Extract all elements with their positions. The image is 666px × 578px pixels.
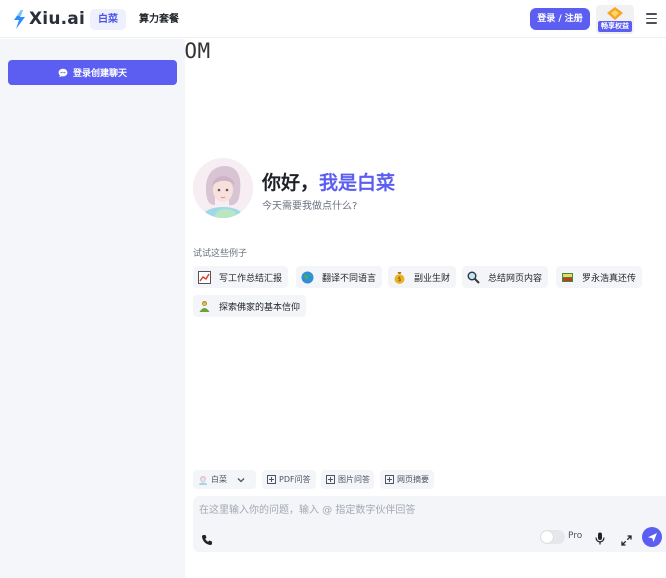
book-icon <box>561 271 574 284</box>
magnifier-icon <box>467 271 480 284</box>
greeting-title: 你好，我是白菜 <box>262 168 395 195</box>
new-chat-label: 登录创建聊天 <box>72 69 127 79</box>
upload-file-icon <box>267 475 276 484</box>
upload-image-icon <box>326 475 335 484</box>
vip-label: 畅享权益 <box>598 21 632 32</box>
phone-icon[interactable] <box>201 531 213 550</box>
persona-select[interactable]: 白菜 <box>193 470 256 489</box>
menu-icon[interactable] <box>646 13 657 25</box>
chip-label: 探索佛家的基本信仰 <box>219 302 301 313</box>
buddha-icon <box>198 300 211 313</box>
logo[interactable]: Xiu.ai <box>13 9 85 29</box>
avatar <box>193 158 253 218</box>
top-header: Xiu.ai 白菜 算力套餐 登录 / 注册 畅享权益 <box>0 0 666 38</box>
tab-baicai[interactable]: 白菜 <box>90 9 126 30</box>
chip-label: 写工作总结汇报 <box>219 273 283 284</box>
lightning-logo-icon <box>14 9 25 29</box>
chat-bubble-icon <box>58 68 68 78</box>
web-summary-button[interactable]: 网页摘要 <box>380 470 434 489</box>
tab-compute-plans[interactable]: 算力套餐 <box>131 9 187 30</box>
chevron-down-icon <box>237 477 245 483</box>
persona-label: 白菜 <box>211 475 227 484</box>
pro-toggle[interactable] <box>540 530 565 544</box>
persona-avatar-icon <box>198 475 208 485</box>
web-summary-label: 网页摘要 <box>397 475 429 484</box>
logo-text: Xiu.ai <box>29 9 85 29</box>
login-register-button[interactable]: 登录 / 注册 <box>530 8 590 30</box>
chip-label: 翻译不同语言 <box>322 273 377 284</box>
greeting-name: 我是白菜 <box>319 172 396 194</box>
image-qa-button[interactable]: 图片问答 <box>321 470 374 489</box>
example-chip-buddhism[interactable]: 探索佛家的基本信仰 <box>193 295 307 317</box>
example-chip-side-hustle[interactable]: $ 副业生财 <box>388 266 457 288</box>
pro-label: Pro <box>568 531 583 541</box>
microphone-icon[interactable] <box>595 530 605 549</box>
pdf-qa-label: PDF问答 <box>279 475 311 484</box>
send-button[interactable] <box>642 527 662 547</box>
chip-label: 罗永浩真还传 <box>582 273 637 284</box>
sidebar: 登录创建聊天 <box>0 39 185 578</box>
crown-icon <box>607 7 623 20</box>
pdf-qa-button[interactable]: PDF问答 <box>262 470 316 489</box>
chip-label: 副业生财 <box>414 273 451 284</box>
chart-icon <box>198 270 211 284</box>
example-chip-luo-yonghao[interactable]: 罗永浩真还传 <box>556 266 643 288</box>
app-root: Xiu.ai 白菜 算力套餐 登录 / 注册 畅享权益 KUQIMAO.COM <box>0 0 666 578</box>
send-arrow-icon <box>647 532 657 542</box>
vip-benefits-button[interactable]: 畅享权益 <box>596 5 634 34</box>
chip-label: 总结网页内容 <box>488 273 543 284</box>
login-create-chat-button[interactable]: 登录创建聊天 <box>8 60 177 85</box>
upload-link-icon <box>385 475 394 484</box>
globe-icon <box>301 271 314 284</box>
example-chip-summarize-web[interactable]: 总结网页内容 <box>462 266 549 288</box>
toggle-knob <box>541 531 553 543</box>
chat-input-area: Pro <box>193 496 666 552</box>
greeting-subtitle: 今天需要我做点什么? <box>262 201 358 212</box>
money-bag-icon: $ <box>393 271 406 284</box>
chat-input[interactable] <box>199 500 654 520</box>
example-chip-work-summary[interactable]: 写工作总结汇报 <box>193 266 289 288</box>
image-qa-label: 图片问答 <box>338 475 370 484</box>
expand-icon[interactable] <box>621 531 632 550</box>
examples-title: 试试这些例子 <box>193 249 248 259</box>
greeting-prefix: 你好， <box>262 172 320 194</box>
svg-text:$: $ <box>398 276 402 283</box>
example-chip-translate[interactable]: 翻译不同语言 <box>296 266 383 288</box>
